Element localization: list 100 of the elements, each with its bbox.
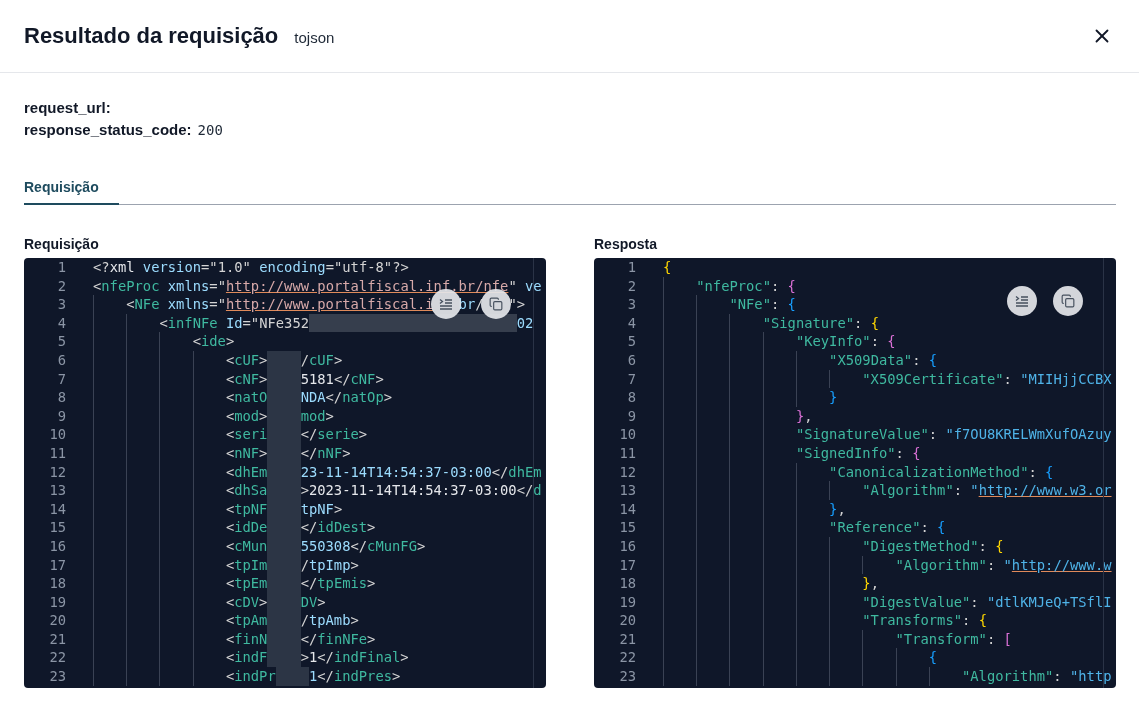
line-number: 2	[56, 276, 66, 296]
line-number: 17	[618, 555, 636, 575]
line-number: 12	[618, 462, 636, 482]
line-number: 16	[48, 536, 66, 556]
code-text: },	[795, 406, 813, 426]
line-number: 13	[48, 481, 66, 500]
line-number: 20	[618, 611, 636, 630]
code-text: <?xml version="1.0" encoding="utf-8"?>	[93, 258, 409, 277]
code-text: "Algorithm": "http://www.w3.or	[862, 481, 1112, 500]
field-label: request_url:	[24, 99, 111, 116]
line-number: 18	[618, 574, 636, 593]
line-number: 19	[618, 592, 636, 612]
line-number: 1	[626, 258, 636, 277]
line-number: 9	[56, 406, 66, 426]
line-number: 9	[626, 406, 636, 426]
line-number: 8	[626, 388, 636, 407]
code-text: "NFe": {	[729, 295, 796, 314]
code-text: mod>	[300, 406, 334, 426]
line-number: 12	[48, 462, 66, 482]
code-text: }	[829, 388, 838, 407]
line-number: 22	[618, 648, 636, 668]
code-text: <indF	[225, 648, 268, 668]
code-text: "DigestValue": "dtlKMJeQ+TSflI	[862, 592, 1112, 612]
code-text: "X509Certificate": "MIIHjjCCBX	[862, 369, 1112, 389]
line-number: 10	[48, 425, 66, 444]
code-text: <nNF>	[225, 443, 268, 463]
field-value: 200	[197, 122, 223, 138]
copy-icon	[1061, 294, 1075, 308]
code-text: <tpIm	[225, 555, 268, 575]
code-text: "nfeProc": {	[696, 276, 796, 296]
line-number: 17	[48, 555, 66, 575]
format-button[interactable]	[1007, 286, 1037, 316]
code-text: <tpEm	[225, 574, 268, 593]
code-text: 1</indPres>	[308, 667, 401, 686]
code-text: <seri	[225, 425, 268, 444]
format-icon	[1015, 295, 1029, 307]
code-text: <dhSa	[225, 481, 268, 500]
code-text: <nfeProc xmlns="http://www.portalfiscal.inf.br/nfe" ve	[93, 276, 542, 296]
line-number: 20	[48, 611, 66, 630]
code-text: <infNFe Id="NFe352	[159, 313, 309, 333]
copy-icon	[489, 297, 504, 312]
code-text: "Transform": [	[895, 629, 1012, 649]
line-number: 7	[626, 369, 636, 389]
line-number: 13	[618, 481, 636, 500]
dialog-subtitle: tojson	[294, 27, 336, 46]
line-number: 23	[48, 667, 66, 686]
code-text: </tpEmis>	[300, 574, 376, 593]
code-text: <indPr	[225, 667, 276, 686]
code-text: 5181</cNF>	[300, 369, 384, 389]
code-text: <idDe	[225, 518, 268, 537]
panel-label: Resposta	[594, 236, 659, 252]
code-text: {	[663, 258, 672, 277]
code-text: <mod>	[225, 406, 268, 426]
line-number: 19	[48, 592, 66, 612]
line-number: 3	[626, 295, 636, 314]
code-text: <cUF>	[225, 350, 268, 370]
line-number: 15	[48, 518, 66, 537]
code-text: "X509Data": {	[829, 350, 938, 370]
code-text: <cDV>	[225, 592, 268, 612]
code-text: 550308</cMunFG>	[300, 536, 426, 556]
code-text: /cUF>	[300, 350, 343, 370]
code-text: <natO	[225, 388, 268, 407]
code-text: >2023-11-14T14:54:37-03:00</d	[300, 481, 542, 500]
code-text: 23-11-14T14:54:37-03:00</dhEm	[300, 462, 542, 482]
line-number: 14	[618, 499, 636, 519]
copy-button[interactable]	[1053, 286, 1083, 316]
line-number: 22	[48, 648, 66, 668]
line-number: 23	[618, 667, 636, 686]
line-number: 2	[626, 276, 636, 296]
line-number: 7	[56, 369, 66, 389]
code-text: /tpImp>	[300, 555, 359, 575]
code-text: <finN	[225, 629, 268, 649]
code-text: <tpAm	[225, 611, 268, 630]
code-text: <cMun	[225, 536, 268, 556]
code-text: "Signature": {	[762, 313, 879, 333]
tab[interactable]: Requisição	[24, 173, 119, 205]
line-number: 11	[618, 443, 636, 463]
code-text: /tpAmb>	[300, 611, 359, 630]
code-text: tpNF>	[300, 499, 343, 519]
line-number: 6	[56, 350, 66, 370]
format-icon	[439, 298, 454, 311]
line-number: 4	[56, 313, 66, 333]
line-number: 15	[618, 518, 636, 537]
line-number: 18	[48, 574, 66, 593]
line-number: 4	[626, 313, 636, 333]
code-text: </nNF>	[300, 443, 351, 463]
code-text: "DigestMethod": {	[862, 536, 1004, 556]
line-number: 21	[48, 629, 66, 649]
code-text: {	[928, 648, 938, 668]
code-text: },	[862, 574, 879, 593]
code-text: </finNFe>	[300, 629, 376, 649]
line-number: 6	[626, 350, 636, 370]
code-text: </idDest>	[300, 518, 376, 537]
code-text: NDA</natOp>	[300, 388, 393, 407]
line-number: 11	[48, 443, 66, 463]
line-number: 21	[618, 629, 636, 649]
code-text: <cNF>	[225, 369, 268, 389]
code-text: ">	[508, 295, 526, 314]
code-text: DV>	[300, 592, 326, 612]
line-number: 16	[618, 536, 636, 556]
